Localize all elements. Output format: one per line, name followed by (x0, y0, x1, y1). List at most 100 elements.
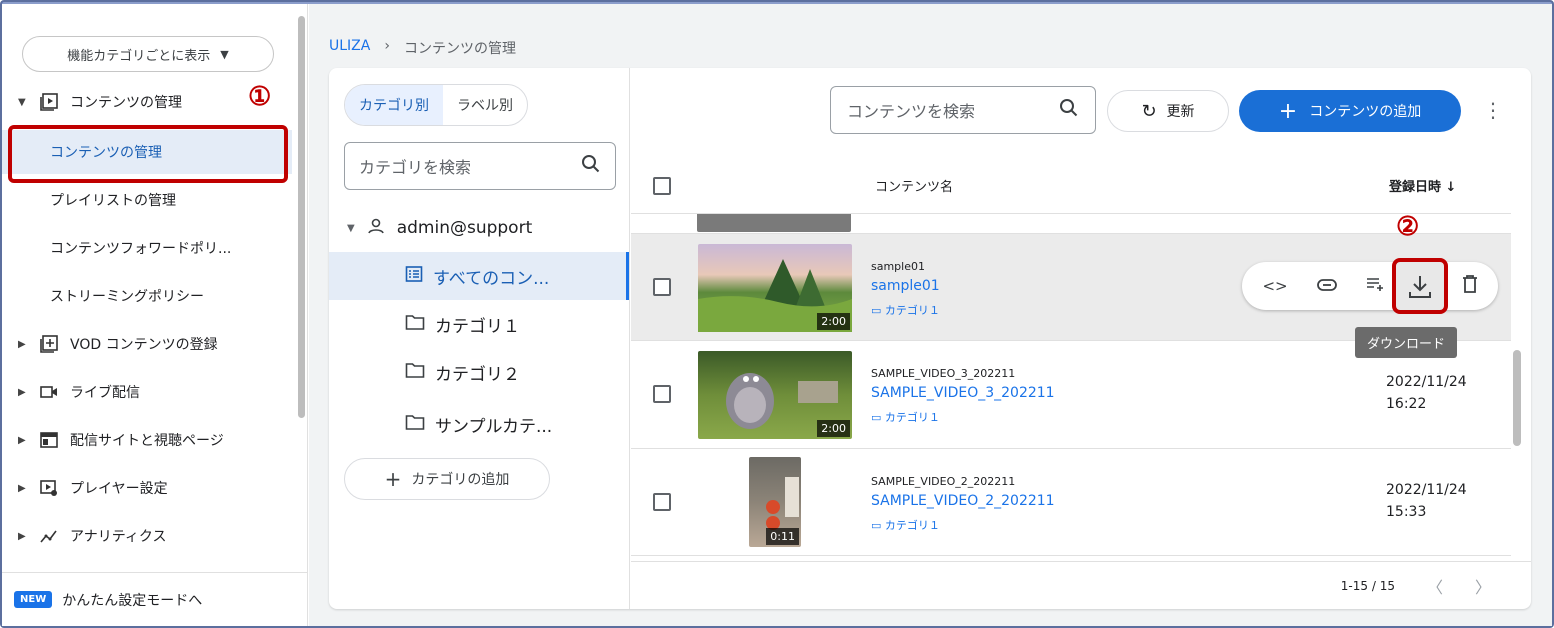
annotation-step-1: ① (248, 82, 272, 112)
nav-group-vod-register[interactable]: ▶ VOD コンテンツの登録 (2, 322, 292, 366)
nav-group-player[interactable]: ▶ プレイヤー設定 (2, 466, 292, 510)
column-header-name[interactable]: コンテンツ名 (875, 176, 953, 195)
nav-group-label: ライブ配信 (70, 385, 140, 401)
select-all-checkbox[interactable] (653, 176, 671, 195)
refresh-button[interactable]: ↻ 更新 (1107, 90, 1229, 132)
list-header: コンテンツ名 登録日時 ↓ (631, 158, 1511, 214)
row-checkbox[interactable] (653, 278, 671, 296)
nav-group-label: VOD コンテンツの登録 (70, 337, 218, 353)
main-area: ULIZA › コンテンツの管理 カテゴリ別 ラベル別 カテゴリを検索 ▼ ad… (309, 4, 1552, 626)
table-row[interactable]: 0:11 SAMPLE_VIDEO_2_202211 SAMPLE_VIDEO_… (631, 449, 1511, 556)
expand-arrow-icon: ▼ (347, 222, 355, 234)
duration-label: 0:11 (766, 528, 799, 545)
list-icon (405, 265, 423, 288)
tree-item-category-2[interactable]: カテゴリ２ (329, 348, 629, 396)
category-panel: カテゴリ別 ラベル別 カテゴリを検索 ▼ admin@support すべてのコ… (329, 68, 630, 609)
sort-down-icon: ↓ (1441, 180, 1457, 195)
content-title-link[interactable]: SAMPLE_VIDEO_3_202211 (871, 385, 1055, 401)
tab-category[interactable]: カテゴリ別 (345, 85, 443, 125)
add-category-label: カテゴリの追加 (411, 472, 510, 488)
tree-item-label: カテゴリ１ (435, 316, 520, 337)
next-page-icon[interactable]: 〉 (1475, 574, 1491, 598)
tree-item-all[interactable]: すべてのコン... (329, 252, 629, 300)
content-category: ▭ カテゴリ１ (871, 517, 940, 533)
registered-date: 2022/11/24 (1386, 374, 1467, 390)
registered-datetime: 2022/11/24 16:22 (1386, 371, 1467, 415)
sidebar-scrollbar[interactable] (298, 16, 305, 418)
tree-user-node[interactable]: ▼ admin@support (329, 204, 629, 252)
caret-down-icon: ▼ (220, 47, 229, 61)
view-mode-dropdown[interactable]: 機能カテゴリごとに表示 ▼ (22, 36, 274, 72)
nav-group-live[interactable]: ▶ ライブ配信 (2, 370, 292, 414)
breadcrumb-current: コンテンツの管理 (403, 41, 516, 57)
content-category-label: カテゴリ１ (884, 411, 940, 424)
tree-user-label: admin@support (396, 218, 533, 238)
annotation-highlight-1 (8, 125, 288, 183)
search-icon (1059, 98, 1079, 122)
add-to-playlist-icon[interactable] (1366, 276, 1386, 296)
breadcrumb-root[interactable]: ULIZA (329, 38, 370, 58)
delete-icon[interactable] (1462, 275, 1478, 297)
embed-code-icon[interactable]: <> (1262, 277, 1287, 295)
content-category-label: カテゴリ１ (884, 519, 940, 532)
tree-item-label: サンプルカテ... (435, 416, 553, 437)
refresh-icon: ↻ (1141, 100, 1157, 122)
sidebar-item-label: ストリーミングポリシー (50, 289, 204, 305)
content-id: SAMPLE_VIDEO_3_202211 (871, 367, 1016, 380)
folder-icon (405, 361, 425, 384)
list-scrollbar[interactable] (1511, 158, 1523, 558)
analytics-icon (36, 526, 62, 546)
category-search-input[interactable]: カテゴリを検索 (344, 142, 616, 190)
breadcrumb-separator: › (384, 38, 390, 54)
video-thumbnail (697, 214, 851, 232)
sidebar-item-playlist[interactable]: プレイリストの管理 (2, 178, 292, 222)
content-search-input[interactable]: コンテンツを検索 (830, 86, 1096, 134)
registered-time: 15:33 (1386, 504, 1427, 520)
collapsed-arrow-icon: ▶ (18, 530, 26, 542)
content-title-link[interactable]: SAMPLE_VIDEO_2_202211 (871, 493, 1055, 509)
row-checkbox[interactable] (653, 493, 671, 511)
tree-item-label: すべてのコン... (433, 268, 550, 289)
add-category-button[interactable]: + カテゴリの追加 (344, 458, 550, 500)
content-id: sample01 (871, 260, 925, 273)
collapsed-arrow-icon: ▶ (18, 386, 26, 398)
content-rows: 2:00 sample01 sample01 ▭ カテゴリ１ <> 2:00 S… (631, 214, 1511, 561)
tab-label[interactable]: ラベル別 (443, 85, 527, 125)
nav-group-label: 配信サイトと視聴ページ (70, 433, 224, 449)
table-row[interactable]: 2:00 sample01 sample01 ▭ カテゴリ１ <> (631, 234, 1511, 341)
video-thumbnail[interactable]: 2:00 (698, 351, 852, 439)
tree-item-sample-category[interactable]: サンプルカテ... (329, 400, 629, 448)
category-search-placeholder: カテゴリを検索 (359, 158, 472, 177)
add-content-label: コンテンツの追加 (1309, 104, 1422, 120)
list-scrollbar-thumb[interactable] (1513, 350, 1521, 446)
more-menu-icon[interactable]: ⋮ (1483, 98, 1503, 122)
link-icon[interactable] (1316, 277, 1337, 295)
sidebar-item-forward-policy[interactable]: コンテンツフォワードポリ... (2, 226, 292, 270)
sidebar-item-streaming-policy[interactable]: ストリーミングポリシー (2, 274, 292, 318)
easy-mode-link[interactable]: NEW かんたん設定モードへ (2, 572, 308, 626)
nav-group-label: コンテンツの管理 (70, 95, 182, 111)
collapsed-arrow-icon: ▶ (18, 434, 26, 446)
folder-icon: ▭ (871, 411, 885, 424)
video-thumbnail[interactable]: 2:00 (698, 244, 852, 332)
content-title-link[interactable]: sample01 (871, 278, 940, 294)
column-header-date[interactable]: 登録日時 ↓ (1389, 176, 1456, 195)
plus-icon: + (384, 467, 402, 491)
row-checkbox[interactable] (653, 385, 671, 403)
collapsed-arrow-icon: ▶ (18, 482, 26, 494)
prev-page-icon[interactable]: 〈 (1427, 574, 1443, 598)
player-settings-icon (36, 478, 62, 498)
table-row[interactable] (631, 214, 1511, 234)
add-content-button[interactable]: + コンテンツの追加 (1239, 90, 1461, 132)
content-category: ▭ カテゴリ１ (871, 409, 940, 425)
column-header-date-label: 登録日時 (1389, 180, 1442, 195)
plus-icon: + (1278, 98, 1298, 124)
tree-item-category-1[interactable]: カテゴリ１ (329, 300, 629, 348)
new-badge: NEW (14, 591, 53, 608)
nav-group-label: アナリティクス (70, 529, 167, 545)
duration-label: 2:00 (817, 313, 850, 330)
nav-group-analytics[interactable]: ▶ アナリティクス (2, 514, 292, 558)
nav-group-sites[interactable]: ▶ 配信サイトと視聴ページ (2, 418, 292, 462)
video-thumbnail[interactable]: 0:11 (749, 457, 801, 547)
person-icon (367, 217, 385, 240)
